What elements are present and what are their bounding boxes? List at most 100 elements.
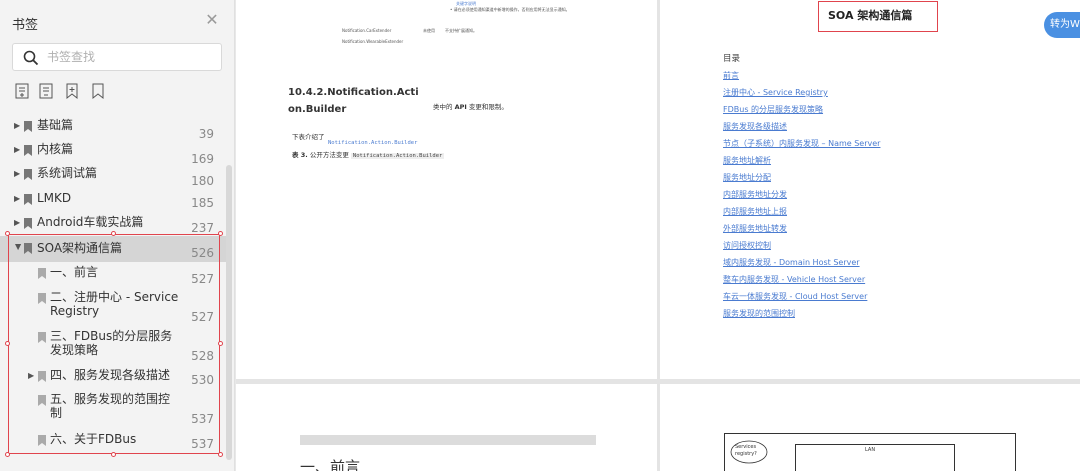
toc-link[interactable]: 服务发现各级描述 xyxy=(723,121,787,132)
bookmark-item-lmkd[interactable]: ▶ LMKD 185 xyxy=(0,191,228,211)
bookmark-item-debug[interactable]: ▶ 系统调试篇 180 xyxy=(0,166,228,188)
toc-link[interactable]: 车云一体服务发现 - Cloud Host Server xyxy=(723,291,867,302)
bookmark-page-number: 526 xyxy=(191,246,214,260)
expand-arrow-icon[interactable]: ▶ xyxy=(14,219,22,227)
bookmark-item-about-fdbus[interactable]: 六、关于FDBus 537 xyxy=(0,432,228,458)
description-bold: API xyxy=(454,103,467,111)
intro-link[interactable]: Notification.Action.Builder xyxy=(328,140,417,146)
toc-link[interactable]: 内部服务地址分发 xyxy=(723,189,787,200)
pdf-page: 关键字说明 • 请在必须使用通知渠道中新增的操作，否则应用将无法显示通知。 No… xyxy=(236,0,657,379)
table-caption-code: Notification.Action.Builder xyxy=(350,153,445,159)
add-bookmark-icon[interactable] xyxy=(64,82,80,100)
bookmark-icon[interactable] xyxy=(90,82,106,100)
bookmark-icon xyxy=(24,194,32,205)
table-caption: 表 3. 公开方法变更 Notification.Action.Builder xyxy=(292,149,445,159)
bookmark-panel-header: 书签 ✕ xyxy=(0,0,235,44)
bookmark-item-android-car[interactable]: ▶ Android车载实战篇 237 xyxy=(0,215,228,235)
collapse-all-icon[interactable] xyxy=(38,82,54,100)
table-caption-label: 表 3. xyxy=(292,151,308,159)
toc-link[interactable]: 注册中心 - Service Registry xyxy=(723,87,828,98)
bookmark-item-service-registry[interactable]: 二、注册中心 - Service Registry 527 xyxy=(0,290,228,326)
bookmark-label-line-1: 三、FDBus的分层服务 xyxy=(50,329,173,343)
bookmark-tree: ▶ 基础篇 39 ▶ 内核篇 169 ▶ 系统调试篇 180 ▶ LMKD 18… xyxy=(0,112,228,464)
bookmark-page-number: 537 xyxy=(191,437,214,451)
convert-badge[interactable]: 转为W xyxy=(1044,12,1080,38)
bookmark-label-line-2: Registry xyxy=(50,304,100,318)
document-title: SOA 架构通信篇 xyxy=(828,9,913,22)
bookmark-icon xyxy=(38,268,46,279)
document-view[interactable]: 关键字说明 • 请在必须使用通知渠道中新增的操作，否则应用将无法显示通知。 No… xyxy=(236,0,1080,471)
search-input[interactable] xyxy=(47,47,217,67)
bookmark-label: 基础篇 xyxy=(37,118,74,132)
bookmark-label: Android车载实战篇 xyxy=(37,215,144,229)
collapse-arrow-icon[interactable]: ▶ xyxy=(14,244,23,252)
expand-arrow-icon[interactable]: ▶ xyxy=(14,170,22,178)
bookmark-icon xyxy=(24,169,32,180)
panel-title: 书签 xyxy=(12,18,39,33)
bookmark-label: 一、前言 xyxy=(50,265,99,279)
bookmark-label-line-1: 二、注册中心 - Service xyxy=(50,290,179,304)
code-cell: Notification.CarExtender xyxy=(342,28,392,33)
status-cell: 未使用 xyxy=(423,28,435,33)
architecture-diagram: Services registry? LAN xyxy=(724,433,1016,471)
toc-link[interactable]: 节点（子系统）内服务发现 – Name Server xyxy=(723,138,880,149)
page-text: • 请在必须使用通知渠道中新增的操作，否则应用将无法显示通知。 xyxy=(450,7,570,12)
toc-link[interactable]: FDBus 的分层服务发现策略 xyxy=(723,104,823,115)
toc-link[interactable]: 内部服务地址上报 xyxy=(723,206,787,217)
bookmark-label: 六、关于FDBus xyxy=(50,432,137,446)
table-caption-text: 公开方法变更 xyxy=(309,151,349,159)
bookmark-label: LMKD xyxy=(37,191,72,205)
bookmark-page-number: 169 xyxy=(191,152,214,166)
toc-heading: 目录 xyxy=(723,54,741,64)
toc-link[interactable]: 域内服务发现 - Domain Host Server xyxy=(723,257,860,268)
section-heading: 10.4.2.Notification.Acti on.Builder xyxy=(288,84,419,118)
bookmark-item-preface[interactable]: 一、前言 527 xyxy=(0,265,228,291)
toc-link[interactable]: 服务地址解析 xyxy=(723,155,771,166)
bookmark-scrollbar[interactable] xyxy=(226,165,232,460)
bookmark-item-kernel[interactable]: ▶ 内核篇 169 xyxy=(0,142,228,166)
bookmark-page-number: 180 xyxy=(191,174,214,188)
expand-all-icon[interactable] xyxy=(14,82,30,100)
toc-link[interactable]: 前言 xyxy=(723,70,739,81)
bookmark-page-number: 537 xyxy=(191,412,214,426)
bookmark-page-number: 527 xyxy=(191,310,214,324)
bookmark-label-line-1: 五、服务发现的范围控 xyxy=(50,392,171,406)
pdf-page: Services registry? LAN xyxy=(660,384,1080,471)
toc-link[interactable]: 服务发现的范围控制 xyxy=(723,308,795,319)
section-heading-line-2: on.Builder xyxy=(288,104,347,115)
close-icon[interactable]: ✕ xyxy=(204,12,220,28)
section-description: 类中的 API 变更和限制。 xyxy=(433,101,508,111)
expand-arrow-icon[interactable]: ▶ xyxy=(14,122,22,130)
bookmark-label: SOA架构通信篇 xyxy=(37,241,123,255)
bookmark-item-scope-control[interactable]: 五、服务发现的范围控 制 537 xyxy=(0,392,228,428)
diagram-label: Services xyxy=(735,444,757,450)
bookmark-item-fdbus-strategy[interactable]: 三、FDBus的分层服务 发现策略 528 xyxy=(0,329,228,365)
bookmark-item-basics[interactable]: ▶ 基础篇 39 xyxy=(0,118,228,141)
note-cell: 不支持扩展通知。 xyxy=(445,28,477,33)
diagram-label: registry? xyxy=(735,451,757,457)
bookmark-item-soa[interactable]: ▶ SOA架构通信篇 526 xyxy=(0,236,228,262)
expand-arrow-icon[interactable]: ▶ xyxy=(14,146,22,154)
bookmark-icon xyxy=(24,145,32,156)
bookmark-label-line-2: 发现策略 xyxy=(50,343,99,357)
bookmark-icon xyxy=(38,332,46,343)
intro-text: 下表介绍了 xyxy=(292,133,325,141)
toc-link[interactable]: 外部服务地址转发 xyxy=(723,223,787,234)
bookmark-item-discovery-levels[interactable]: ▶ 四、服务发现各级描述 530 xyxy=(0,368,228,390)
bookmark-page-number: 528 xyxy=(191,349,214,363)
expand-arrow-icon[interactable]: ▶ xyxy=(14,195,22,203)
bookmark-page-number: 237 xyxy=(191,221,214,235)
expand-arrow-icon[interactable]: ▶ xyxy=(28,372,36,380)
toc-link[interactable]: 服务地址分配 xyxy=(723,172,771,183)
bookmark-panel: 书签 ✕ ▶ 基础篇 xyxy=(0,0,235,471)
pdf-page: 一、前言 xyxy=(236,384,657,471)
toc-link[interactable]: 整车内服务发现 - Vehicle Host Server xyxy=(723,274,865,285)
bookmark-search-box[interactable] xyxy=(12,43,222,71)
bookmark-label-line-2: 制 xyxy=(50,406,63,420)
toc-link[interactable]: 访问授权控制 xyxy=(723,240,771,251)
bookmark-icon xyxy=(24,121,32,132)
description-text: 变更和限制。 xyxy=(468,103,508,111)
bookmark-icon xyxy=(38,435,46,446)
header-rule xyxy=(300,435,596,445)
search-icon xyxy=(23,50,39,66)
